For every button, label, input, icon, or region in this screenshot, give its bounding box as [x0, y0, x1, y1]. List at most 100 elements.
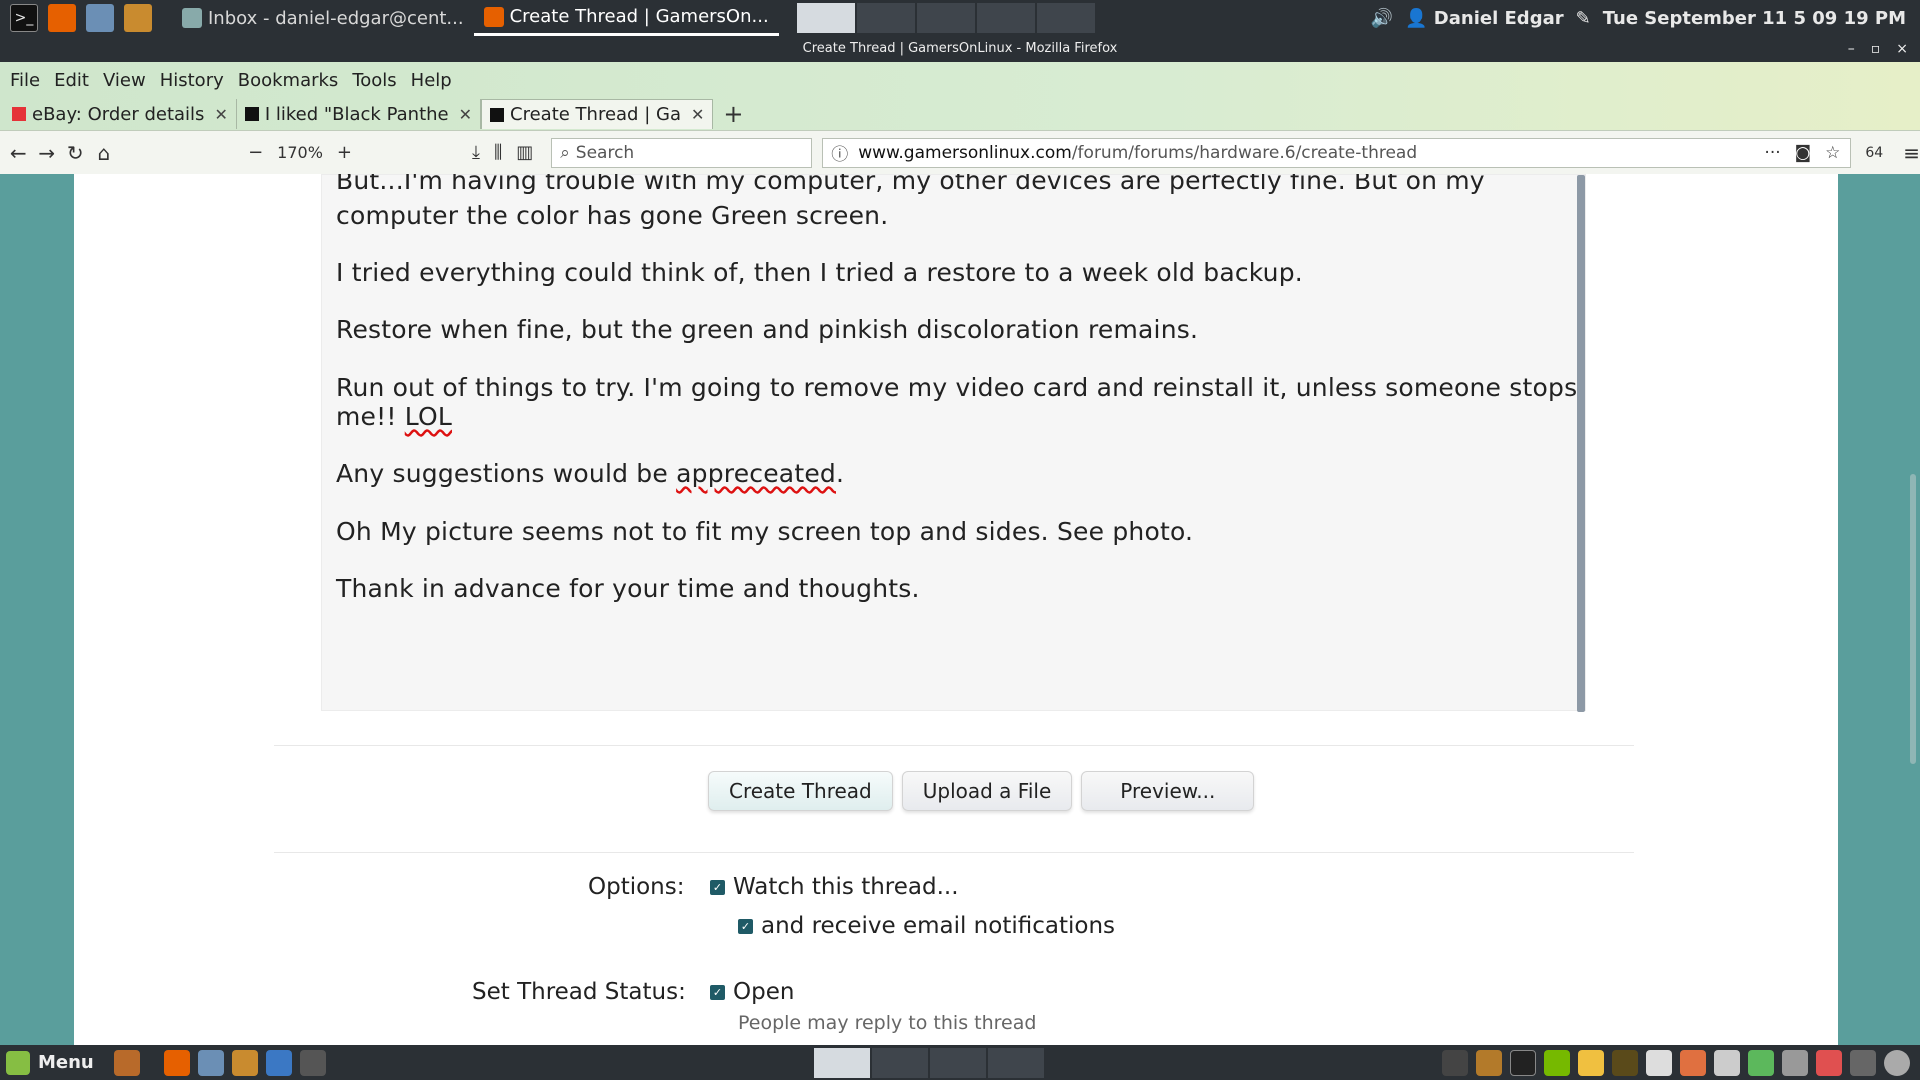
task-create-thread[interactable]: Create Thread | GamersOn... — [473, 0, 779, 36]
nvidia-icon[interactable] — [1544, 1049, 1570, 1076]
workspace-3[interactable] — [929, 1047, 986, 1078]
home-icon[interactable]: ⌂ — [90, 141, 119, 165]
maximize-button[interactable]: ▫ — [1871, 36, 1881, 62]
checkbox-checked-icon[interactable]: ✓ — [738, 918, 753, 934]
bookmark-star-icon[interactable]: ☆ — [1825, 143, 1840, 163]
close-tab-icon[interactable]: ✕ — [691, 105, 704, 124]
zoom-controls: − 170% + — [248, 142, 352, 163]
back-icon[interactable]: ← — [4, 141, 33, 165]
info-icon[interactable] — [1748, 1049, 1774, 1076]
thunderbird-icon[interactable] — [197, 1049, 224, 1076]
preview-button[interactable]: Preview... — [1081, 771, 1255, 811]
colors-icon[interactable] — [1680, 1049, 1706, 1076]
sidebar-icon[interactable]: ▥ — [516, 142, 533, 163]
display-icon[interactable] — [1850, 1049, 1876, 1076]
url-actions: ··· ◙ ☆ — [1764, 143, 1850, 163]
zoom-out-button[interactable]: − — [248, 142, 263, 163]
workspace-1[interactable] — [796, 3, 855, 33]
close-tab-icon[interactable]: ✕ — [214, 105, 227, 124]
info-icon[interactable]: ⓘ — [831, 140, 848, 165]
terminal-icon[interactable] — [1510, 1049, 1536, 1076]
thunderbird-icon[interactable] — [86, 4, 114, 32]
key-icon[interactable] — [1442, 1049, 1468, 1076]
menu-history[interactable]: History — [160, 70, 224, 91]
menu-file[interactable]: File — [10, 70, 40, 91]
more-icon[interactable]: ··· — [1764, 143, 1780, 163]
new-tab-button[interactable]: + — [723, 100, 743, 128]
workspace-3[interactable] — [916, 3, 975, 33]
firefox-icon[interactable] — [48, 4, 76, 32]
pen-icon[interactable]: ✎ — [1576, 8, 1591, 29]
workspace-2[interactable] — [856, 3, 915, 33]
app-b-icon[interactable] — [265, 1049, 292, 1076]
system-tray: 🔊 👤 Daniel Edgar ✎ Tue September 11 5 09… — [1371, 8, 1920, 29]
clock[interactable]: Tue September 11 5 09 19 PM — [1603, 8, 1906, 29]
upload-file-button[interactable]: Upload a File — [901, 771, 1073, 811]
firefox-icon[interactable] — [163, 1049, 190, 1076]
menu-bookmarks[interactable]: Bookmarks — [238, 70, 339, 91]
search-input[interactable]: ⌕ Search — [551, 137, 813, 168]
workspace-5[interactable] — [1036, 3, 1095, 33]
workspace-1[interactable] — [813, 1047, 870, 1078]
gamersonlinux-icon — [490, 107, 505, 122]
disc-icon[interactable] — [1476, 1049, 1502, 1076]
monitor-icon[interactable] — [1612, 1049, 1638, 1076]
search-icon: ⌕ — [560, 142, 570, 163]
open-status-checkbox[interactable]: ✓ Open — [710, 979, 794, 1005]
forward-icon[interactable]: → — [33, 141, 62, 165]
user-indicator[interactable]: 👤 Daniel Edgar — [1405, 8, 1564, 29]
hamburger-menu-icon[interactable]: ≡ — [1903, 141, 1920, 165]
bottom-workspaces[interactable] — [813, 1047, 1046, 1078]
workspace-4[interactable] — [976, 3, 1035, 33]
download-icon[interactable]: ⤓ — [472, 142, 480, 163]
task-inbox[interactable]: Inbox - daniel-edgar@cent... — [172, 0, 474, 36]
watch-thread-checkbox[interactable]: ✓ Watch this thread... — [710, 874, 959, 900]
editor-scrollbar[interactable] — [1577, 175, 1585, 712]
misspelled-word[interactable]: LOL — [405, 402, 452, 431]
tab-black-panther[interactable]: I liked "Black Panthe ✕ — [237, 99, 482, 129]
url-bar[interactable]: ⓘ www.gamersonlinux.com/forum/forums/har… — [822, 137, 1852, 168]
mint-logo-icon — [6, 1050, 30, 1075]
tab-create-thread[interactable]: Create Thread | Ga ✕ — [481, 99, 714, 129]
zoom-level[interactable]: 170% — [277, 143, 323, 162]
menu-help[interactable]: Help — [411, 70, 452, 91]
pocket-icon[interactable]: ◙ — [1795, 143, 1812, 163]
checkbox-checked-icon[interactable]: ✓ — [710, 879, 725, 895]
close-button[interactable]: × — [1896, 36, 1908, 62]
folder-icon[interactable] — [124, 4, 152, 32]
zoom-in-button[interactable]: + — [337, 142, 352, 163]
workspace-4[interactable] — [987, 1047, 1044, 1078]
show-desktop-icon[interactable] — [113, 1049, 140, 1076]
tool-icon[interactable] — [1714, 1049, 1740, 1076]
divider — [274, 852, 1634, 853]
misspelled-word[interactable]: appreceated — [676, 459, 836, 488]
shield-icon[interactable] — [1646, 1049, 1672, 1076]
workspace-switcher[interactable] — [796, 3, 1097, 33]
message-editor[interactable]: But...I'm having trouble with my compute… — [321, 174, 1586, 712]
extension-badge[interactable]: 64 — [1865, 145, 1883, 161]
screenshot-icon[interactable] — [299, 1049, 326, 1076]
weather-icon[interactable] — [1578, 1049, 1604, 1076]
balloon-icon[interactable] — [1816, 1049, 1842, 1076]
menu-tools[interactable]: Tools — [352, 70, 396, 91]
library-icon[interactable]: ⫼ — [494, 142, 502, 163]
window-title: Create Thread | GamersOnLinux - Mozilla … — [802, 41, 1118, 56]
reload-icon[interactable]: ↻ — [61, 141, 90, 165]
update-icon[interactable] — [1884, 1049, 1910, 1076]
terminal-icon[interactable]: >_ — [10, 4, 38, 32]
close-tab-icon[interactable]: ✕ — [459, 105, 472, 124]
minimize-button[interactable]: – — [1848, 36, 1855, 62]
page-scrollbar[interactable] — [1906, 174, 1920, 1045]
volume-icon[interactable]: 🔊 — [1371, 8, 1393, 29]
network-icon[interactable] — [1782, 1049, 1808, 1076]
workspace-2[interactable] — [871, 1047, 928, 1078]
email-notifications-checkbox[interactable]: ✓ and receive email notifications — [738, 913, 1115, 939]
create-thread-button[interactable]: Create Thread — [708, 771, 893, 811]
folder-icon[interactable] — [231, 1049, 258, 1076]
tab-ebay[interactable]: eBay: Order details ✕ — [4, 99, 237, 129]
scrollbar-thumb[interactable] — [1910, 474, 1916, 764]
menu-edit[interactable]: Edit — [54, 70, 89, 91]
menu-view[interactable]: View — [103, 70, 146, 91]
start-menu-button[interactable]: Menu — [0, 1050, 94, 1075]
checkbox-checked-icon[interactable]: ✓ — [710, 984, 725, 1000]
